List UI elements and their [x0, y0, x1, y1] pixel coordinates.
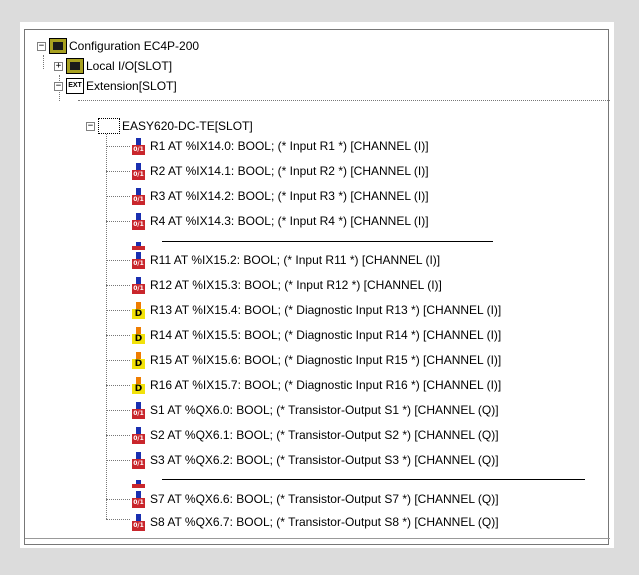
output-channel-icon: 0/1: [132, 401, 145, 419]
tree-connector: [106, 460, 130, 461]
device-icon: [98, 118, 120, 134]
tree-connector: [106, 410, 130, 411]
diagnostic-channel-icon: D: [132, 351, 145, 369]
tree-node-channel[interactable]: 0/1 R2 AT %IX14.1: BOOL; (* Input R2 *) …: [132, 161, 429, 181]
channel-label: R15 AT %IX15.6: BOOL; (* Diagnostic Inpu…: [150, 353, 502, 367]
tree-connector: [106, 196, 130, 197]
input-channel-icon: 0/1: [132, 276, 145, 294]
window-frame-bottom: [0, 548, 639, 575]
tree-connector: [106, 360, 130, 361]
output-channel-icon: 0/1: [132, 513, 145, 531]
window-frame-right: [614, 0, 639, 575]
tree-node-channel[interactable]: 0/1 R3 AT %IX14.2: BOOL; (* Input R3 *) …: [132, 186, 429, 206]
tree-connector: [106, 171, 130, 172]
window-frame-left: [0, 0, 20, 575]
expand-toggle[interactable]: +: [54, 61, 63, 71]
window-frame-top: [0, 0, 639, 22]
input-channel-icon: [132, 242, 145, 250]
tree-node-local-io[interactable]: + Local I/O[SLOT]: [54, 56, 172, 76]
tree-connector: [43, 55, 44, 69]
channel-label: R2 AT %IX14.1: BOOL; (* Input R2 *) [CHA…: [150, 164, 429, 178]
input-channel-icon: 0/1: [132, 212, 145, 230]
collapse-toggle[interactable]: −: [37, 41, 46, 51]
tree-node-channel[interactable]: D R15 AT %IX15.6: BOOL; (* Diagnostic In…: [132, 350, 501, 370]
tree-connector: [106, 335, 130, 336]
ext-icon: EXT: [66, 78, 84, 94]
channel-label: R4 AT %IX14.3: BOOL; (* Input R4 *) [CHA…: [150, 214, 429, 228]
channel-label: R11 AT %IX15.2: BOOL; (* Input R11 *) [C…: [150, 253, 441, 267]
tree-node-channel[interactable]: 0/1 R11 AT %IX15.2: BOOL; (* Input R11 *…: [132, 250, 440, 270]
channel-label: S1 AT %QX6.0: BOOL; (* Transistor-Output…: [150, 403, 499, 417]
tree-node-channel[interactable]: 0/1 S7 AT %QX6.6: BOOL; (* Transistor-Ou…: [132, 489, 499, 509]
configuration-icon: [49, 38, 67, 54]
output-channel-icon: 0/1: [132, 451, 145, 469]
omission-line: [162, 479, 585, 480]
module-icon: [66, 58, 84, 74]
channel-label: S8 AT %QX6.7: BOOL; (* Transistor-Output…: [150, 515, 499, 529]
tree-connector: [106, 310, 130, 311]
output-channel-icon: [132, 480, 145, 488]
tree-connector: [106, 285, 130, 286]
tree-node-channel[interactable]: 0/1 S1 AT %QX6.0: BOOL; (* Transistor-Ou…: [132, 400, 499, 420]
tree-connector: [106, 435, 130, 436]
tree-node-channel[interactable]: 0/1 S8 AT %QX6.7: BOOL; (* Transistor-Ou…: [132, 512, 499, 532]
tree-connector: [106, 499, 130, 500]
input-channel-icon: 0/1: [132, 187, 145, 205]
omission-line: [162, 241, 493, 242]
channel-label: R13 AT %IX15.4: BOOL; (* Diagnostic Inpu…: [150, 303, 502, 317]
tree-connector: [106, 385, 130, 386]
tree-node-label: EASY620-DC-TE[SLOT]: [122, 119, 253, 133]
tree-node-channel[interactable]: 0/1 R12 AT %IX15.3: BOOL; (* Input R12 *…: [132, 275, 442, 295]
channel-label: S7 AT %QX6.6: BOOL; (* Transistor-Output…: [150, 492, 499, 506]
channel-label: R12 AT %IX15.3: BOOL; (* Input R12 *) [C…: [150, 278, 442, 292]
partial-channel-icon: [132, 242, 150, 250]
tree-node-channel[interactable]: 0/1 S3 AT %QX6.2: BOOL; (* Transistor-Ou…: [132, 450, 499, 470]
tree-node-extension[interactable]: − EXT Extension[SLOT]: [54, 76, 177, 96]
tree-node-channel[interactable]: D R16 AT %IX15.7: BOOL; (* Diagnostic In…: [132, 375, 501, 395]
tree-connector: [106, 221, 130, 222]
channel-label: R14 AT %IX15.5: BOOL; (* Diagnostic Inpu…: [150, 328, 502, 342]
configuration-tree[interactable]: − Configuration EC4P-200 + Local I/O[SLO…: [24, 29, 610, 545]
tree-node-channel[interactable]: D R13 AT %IX15.4: BOOL; (* Diagnostic In…: [132, 300, 501, 320]
tree-connector: [78, 100, 610, 101]
input-channel-icon: 0/1: [132, 251, 145, 269]
input-channel-icon: 0/1: [132, 137, 145, 155]
output-channel-icon: 0/1: [132, 426, 145, 444]
tree-connector: [106, 146, 130, 147]
tree-node-easy620[interactable]: − EASY620-DC-TE[SLOT]: [86, 116, 253, 136]
tree-node-channel[interactable]: 0/1 S2 AT %QX6.1: BOOL; (* Transistor-Ou…: [132, 425, 499, 445]
diagnostic-channel-icon: D: [132, 376, 145, 394]
tree-bottom-border: [25, 538, 610, 539]
partial-channel-icon: [132, 480, 150, 488]
collapse-toggle[interactable]: −: [86, 121, 95, 131]
output-channel-icon: 0/1: [132, 490, 145, 508]
input-channel-icon: 0/1: [132, 162, 145, 180]
tree-node-label: Local I/O[SLOT]: [86, 59, 173, 73]
tree-node-channel[interactable]: D R14 AT %IX15.5: BOOL; (* Diagnostic In…: [132, 325, 501, 345]
channel-label: S2 AT %QX6.1: BOOL; (* Transistor-Output…: [150, 428, 499, 442]
tree-node-channel[interactable]: 0/1 R4 AT %IX14.3: BOOL; (* Input R4 *) …: [132, 211, 429, 231]
channel-label: R16 AT %IX15.7: BOOL; (* Diagnostic Inpu…: [150, 378, 502, 392]
tree-node-channel[interactable]: 0/1 R1 AT %IX14.0: BOOL; (* Input R1 *) …: [132, 136, 429, 156]
tree-node-label: Extension[SLOT]: [86, 79, 177, 93]
tree-connector: [106, 519, 130, 520]
tree-node-label: Configuration EC4P-200: [69, 39, 200, 53]
collapse-toggle[interactable]: −: [54, 81, 63, 91]
diagnostic-channel-icon: D: [132, 326, 145, 344]
channel-label: R1 AT %IX14.0: BOOL; (* Input R1 *) [CHA…: [150, 139, 429, 153]
channel-label: R3 AT %IX14.2: BOOL; (* Input R3 *) [CHA…: [150, 189, 429, 203]
tree-connector: [106, 260, 130, 261]
diagnostic-channel-icon: D: [132, 301, 145, 319]
channel-label: S3 AT %QX6.2: BOOL; (* Transistor-Output…: [150, 453, 499, 467]
tree-node-configuration[interactable]: − Configuration EC4P-200: [37, 36, 199, 56]
